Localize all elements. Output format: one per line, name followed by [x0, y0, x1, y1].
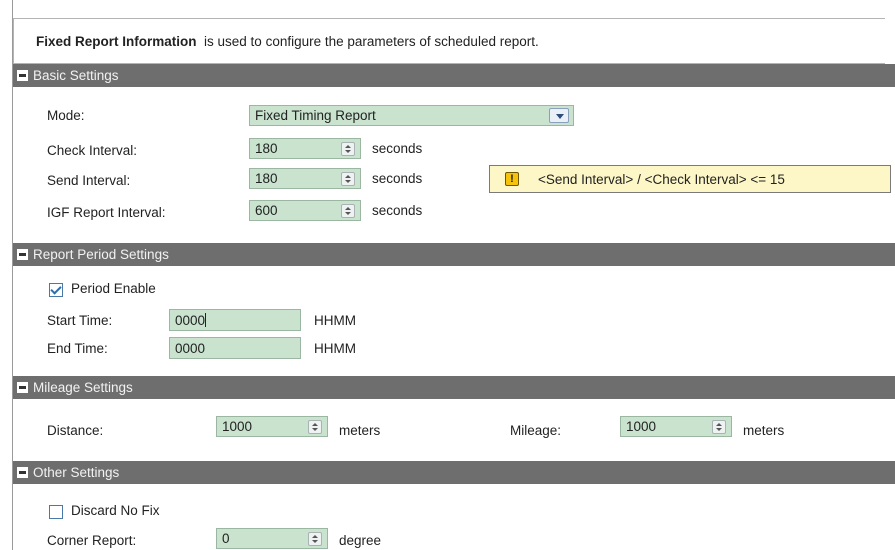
mileage-settings-title: Mileage Settings [33, 380, 133, 395]
send-interval-stepper[interactable]: 180 [249, 168, 361, 189]
distance-stepper[interactable]: 1000 [216, 416, 328, 437]
stepper-arrows-icon[interactable] [308, 532, 322, 546]
warning-message: <Send Interval> / <Check Interval> <= 15 [538, 172, 785, 187]
igf-interval-unit: seconds [372, 203, 423, 218]
info-title: Fixed Report Information [36, 34, 197, 49]
stepper-arrows-icon[interactable] [712, 420, 726, 434]
chevron-down-icon[interactable] [549, 108, 569, 123]
basic-settings-header[interactable]: Basic Settings [13, 64, 895, 87]
send-interval-unit: seconds [372, 171, 423, 186]
send-interval-value: 180 [255, 171, 278, 186]
corner-report-value: 0 [222, 531, 230, 546]
info-text: Fixed Report Information is used to conf… [36, 34, 539, 49]
mileage-unit: meters [743, 423, 785, 438]
period-enable-checkbox[interactable] [49, 283, 63, 297]
stepper-arrows-icon[interactable] [341, 204, 355, 218]
info-bar: Fixed Report Information is used to conf… [13, 18, 885, 64]
other-settings-header[interactable]: Other Settings [13, 461, 895, 484]
mode-select[interactable]: Fixed Timing Report [249, 105, 574, 126]
start-time-label: Start Time: [47, 313, 113, 328]
mileage-label: Mileage: [510, 423, 562, 438]
end-time-value: 0000 [175, 341, 206, 356]
distance-unit: meters [339, 423, 381, 438]
corner-report-label: Corner Report: [47, 533, 137, 548]
corner-report-stepper[interactable]: 0 [216, 528, 328, 549]
start-time-unit: HHMM [314, 313, 356, 328]
collapse-icon[interactable] [17, 249, 28, 260]
igf-interval-value: 600 [255, 203, 278, 218]
discard-no-fix-label: Discard No Fix [71, 503, 160, 518]
period-settings-title: Report Period Settings [33, 247, 169, 262]
collapse-icon[interactable] [17, 382, 28, 393]
settings-panel: Fixed Report Information is used to conf… [12, 0, 895, 550]
stepper-arrows-icon[interactable] [341, 142, 355, 156]
end-time-input[interactable]: 0000 [169, 337, 301, 359]
end-time-unit: HHMM [314, 341, 356, 356]
mileage-stepper[interactable]: 1000 [620, 416, 732, 437]
collapse-icon[interactable] [17, 467, 28, 478]
send-interval-label: Send Interval: [47, 173, 131, 188]
warning-icon: ! [505, 172, 519, 186]
mode-value: Fixed Timing Report [255, 108, 376, 123]
other-settings-title: Other Settings [33, 465, 120, 480]
distance-value: 1000 [222, 419, 253, 434]
collapse-icon[interactable] [17, 70, 28, 81]
start-time-input[interactable]: 0000 [169, 309, 301, 331]
check-interval-stepper[interactable]: 180 [249, 138, 361, 159]
end-time-label: End Time: [47, 341, 108, 356]
mileage-settings-header[interactable]: Mileage Settings [13, 376, 895, 399]
stepper-arrows-icon[interactable] [308, 420, 322, 434]
igf-interval-label: IGF Report Interval: [47, 205, 166, 220]
period-enable-label: Period Enable [71, 281, 156, 296]
basic-settings-title: Basic Settings [33, 68, 119, 83]
check-interval-label: Check Interval: [47, 143, 138, 158]
start-time-value: 0000 [175, 313, 207, 328]
check-interval-value: 180 [255, 141, 278, 156]
mode-label: Mode: [47, 108, 85, 123]
distance-label: Distance: [47, 423, 104, 438]
discard-no-fix-checkbox[interactable] [49, 505, 63, 519]
info-description: is used to configure the parameters of s… [204, 34, 539, 49]
check-interval-unit: seconds [372, 141, 423, 156]
igf-interval-stepper[interactable]: 600 [249, 200, 361, 221]
mileage-value: 1000 [626, 419, 657, 434]
interval-warning: ! <Send Interval> / <Check Interval> <= … [489, 165, 891, 193]
period-settings-header[interactable]: Report Period Settings [13, 243, 895, 266]
stepper-arrows-icon[interactable] [341, 172, 355, 186]
corner-report-unit: degree [339, 533, 382, 548]
